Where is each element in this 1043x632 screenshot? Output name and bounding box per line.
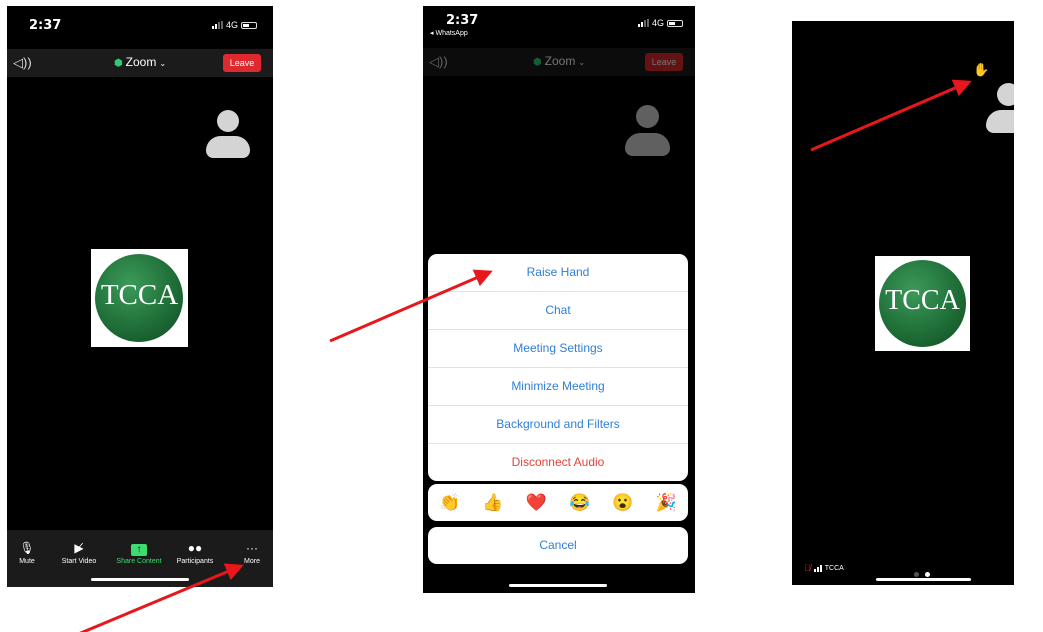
- arrow-to-raised-hand: [810, 79, 972, 152]
- arrow-to-raise-hand: [329, 269, 493, 343]
- arrow-to-more-button: [79, 563, 244, 632]
- annotation-arrows: [79, 79, 972, 632]
